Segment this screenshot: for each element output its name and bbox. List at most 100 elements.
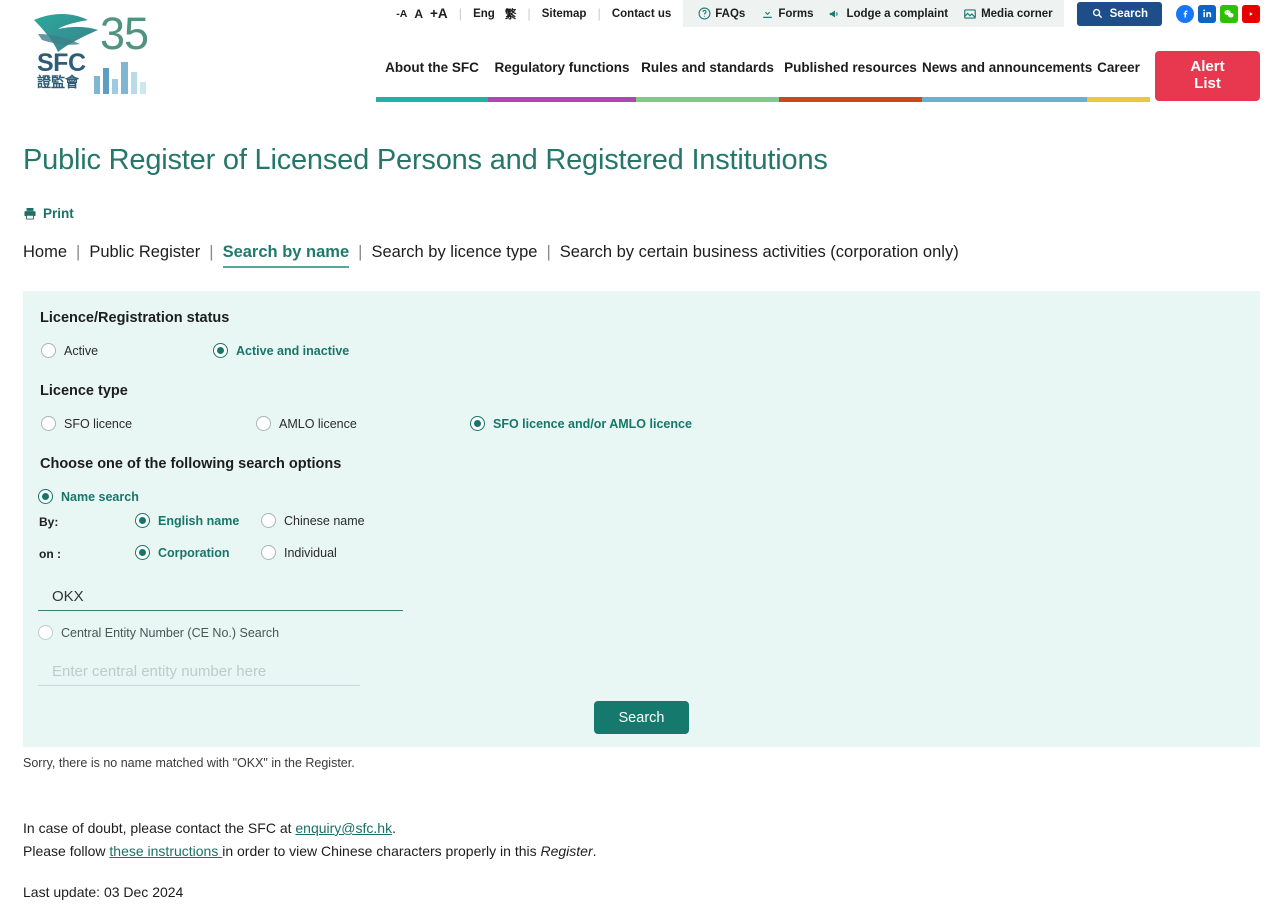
radio-on-individual[interactable]: Individual (261, 545, 337, 560)
radio-label: AMLO licence (279, 416, 357, 431)
nav-item-regulatory-functions[interactable]: Regulatory functions (488, 60, 636, 89)
radio-label: SFO licence and/or AMLO licence (493, 416, 692, 431)
ce-number-input[interactable] (38, 661, 360, 686)
search-result-message: Sorry, there is no name matched with "OK… (23, 756, 355, 770)
utility-icon-group: FAQs Forms Lodge a complaint Media corne… (683, 0, 1064, 27)
logo-chinese: 證監會 (37, 74, 79, 90)
nav-underline-news (922, 97, 1087, 102)
divider: | (458, 6, 463, 21)
language-english-link[interactable]: Eng (473, 8, 495, 20)
print-label: Print (43, 206, 74, 221)
header-search-button[interactable]: Search (1076, 1, 1162, 26)
radio-dot (135, 545, 150, 560)
font-normal-button[interactable]: A (414, 7, 423, 21)
image-icon (963, 7, 977, 21)
radio-ce-number-search[interactable]: Central Entity Number (CE No.) Search (38, 625, 279, 640)
social-links (1176, 4, 1260, 23)
wechat-icon[interactable] (1220, 4, 1238, 23)
forms-label: Forms (778, 7, 814, 20)
breadcrumb: Home | Public Register | Search by name … (23, 243, 959, 268)
instructions-suffix: . (592, 843, 597, 859)
radio-dot (41, 416, 56, 431)
font-increase-button[interactable]: +A (430, 6, 448, 21)
radio-type-sfo[interactable]: SFO licence (41, 416, 256, 431)
sfc-logo[interactable]: 35 SFC 證監會 (18, 4, 158, 99)
enquiry-email-link[interactable]: enquiry@sfc.hk (295, 820, 392, 836)
nav-item-career[interactable]: Career (1087, 60, 1150, 89)
crumb-search-by-name[interactable]: Search by name (222, 243, 350, 268)
radio-name-search[interactable]: Name search (38, 489, 139, 504)
name-search-input[interactable] (38, 586, 403, 611)
radio-type-sfo-and-or-amlo[interactable]: SFO licence and/or AMLO licence (470, 416, 692, 431)
radio-label: SFO licence (64, 416, 133, 431)
radio-label: Individual (284, 545, 337, 560)
nav-label: Career (1097, 60, 1140, 75)
alert-list-button[interactable]: Alert List (1155, 51, 1260, 101)
divider: | (597, 6, 601, 21)
faqs-link[interactable]: FAQs (697, 7, 745, 21)
radio-dot (261, 545, 276, 560)
question-circle-icon (697, 7, 711, 21)
crumb-search-by-business-activities[interactable]: Search by certain business activities (c… (560, 243, 959, 262)
radio-dot (213, 343, 228, 358)
search-options-heading: Choose one of the following search optio… (40, 456, 342, 472)
media-corner-link[interactable]: Media corner (963, 7, 1053, 21)
media-corner-label: Media corner (981, 7, 1053, 20)
forms-link[interactable]: Forms (760, 7, 813, 21)
radio-on-corporation[interactable]: Corporation (135, 545, 261, 560)
licence-status-heading: Licence/Registration status (40, 310, 230, 326)
radio-status-active[interactable]: Active (41, 343, 213, 358)
nav-underline-career (1087, 97, 1150, 102)
radio-dot (256, 416, 271, 431)
nav-item-rules-and-standards[interactable]: Rules and standards (636, 60, 779, 89)
search-icon (1091, 7, 1105, 21)
youtube-icon[interactable] (1242, 4, 1260, 23)
radio-dot (135, 513, 150, 528)
alert-list-line1: Alert (1190, 58, 1225, 76)
font-decrease-button[interactable]: -A (396, 8, 407, 20)
lodge-complaint-link[interactable]: Lodge a complaint (828, 7, 948, 21)
divider: | (358, 243, 363, 261)
instructions-note: Please follow these instructions in orde… (23, 843, 597, 859)
linkedin-icon[interactable] (1198, 4, 1216, 23)
alert-list-line2: List (1194, 75, 1221, 92)
instructions-prefix: Please follow (23, 843, 110, 859)
contact-note-suffix: . (392, 820, 396, 836)
language-chinese-link[interactable]: 繁 (505, 6, 517, 22)
radio-type-amlo[interactable]: AMLO licence (256, 416, 470, 431)
sitemap-link[interactable]: Sitemap (542, 8, 587, 20)
contact-note: In case of doubt, please contact the SFC… (23, 820, 396, 836)
radio-dot (38, 625, 53, 640)
crumb-search-by-licence-type[interactable]: Search by licence type (371, 243, 537, 262)
nav-item-published-resources[interactable]: Published resources (779, 60, 922, 89)
register-italic: Register (540, 843, 593, 859)
nav-color-underline (376, 97, 1150, 102)
nav-item-about-the-sfc[interactable]: About the SFC (376, 60, 488, 89)
divider: | (527, 6, 531, 21)
crumb-public-register[interactable]: Public Register (89, 243, 200, 262)
facebook-icon[interactable] (1176, 4, 1194, 23)
radio-by-english-name[interactable]: English name (135, 513, 261, 528)
these-instructions-link[interactable]: these instructions (109, 843, 222, 859)
radio-label: Corporation (158, 545, 230, 560)
search-form-panel: Licence/Registration status Active Activ… (23, 291, 1260, 747)
printer-icon (23, 207, 37, 221)
contact-us-link[interactable]: Contact us (612, 8, 671, 20)
crumb-home[interactable]: Home (23, 243, 67, 262)
nav-label: Regulatory functions (494, 60, 630, 75)
main-navigation: About the SFC Regulatory functions Rules… (376, 60, 1150, 89)
header-search-label: Search (1109, 7, 1148, 20)
nav-item-news-and-announcements[interactable]: News and announcements (922, 60, 1092, 89)
radio-by-chinese-name[interactable]: Chinese name (261, 513, 365, 528)
search-submit-button[interactable]: Search (594, 701, 689, 734)
print-button[interactable]: Print (23, 206, 74, 221)
instructions-mid: in order to view Chinese characters prop… (222, 843, 541, 859)
radio-dot (261, 513, 276, 528)
contact-note-prefix: In case of doubt, please contact the SFC… (23, 820, 296, 836)
last-update-text: Last update: 03 Dec 2024 (23, 884, 184, 900)
radio-status-active-and-inactive[interactable]: Active and inactive (213, 343, 349, 358)
by-label: By: (39, 515, 59, 529)
on-label: on : (39, 547, 61, 561)
radio-label: Active and inactive (236, 343, 350, 358)
nav-underline-regulatory (488, 97, 636, 102)
